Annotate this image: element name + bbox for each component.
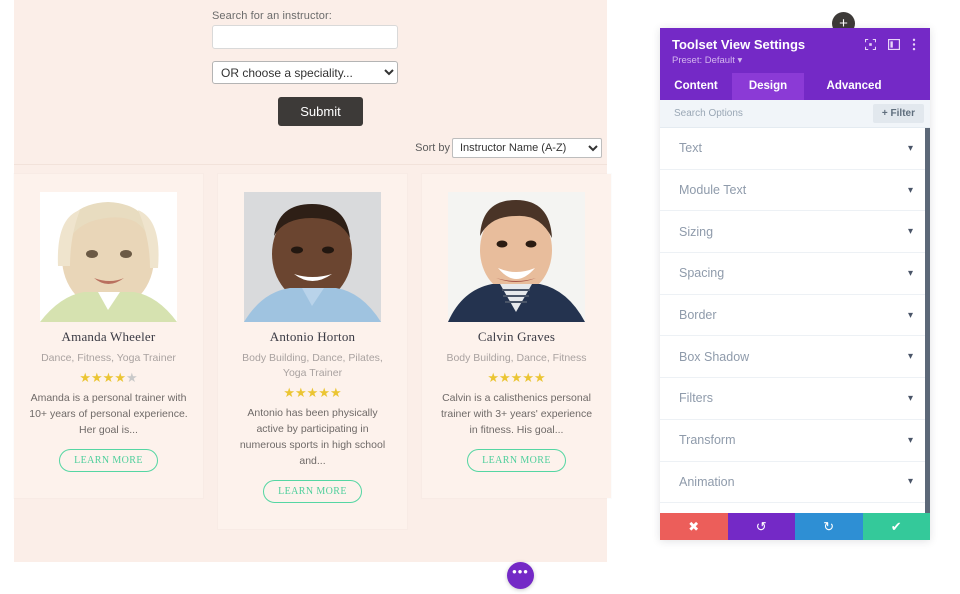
redo-button[interactable]: ↻ xyxy=(795,513,863,540)
save-button[interactable]: ✔ xyxy=(862,513,930,540)
chevron-down-icon: ▾ xyxy=(907,142,913,154)
screenshot-root: Search for an instructor: OR choose a sp… xyxy=(0,0,960,594)
submit-button[interactable]: Submit xyxy=(278,97,363,126)
option-label: Text xyxy=(679,141,702,156)
instructor-card[interactable]: Amanda Wheeler Dance, Fitness, Yoga Trai… xyxy=(14,174,203,498)
instructor-bio: Calvin is a calisthenics personal traine… xyxy=(440,392,593,436)
undo-button[interactable]: ↺ xyxy=(727,513,795,540)
chevron-down-icon: ▾ xyxy=(907,226,913,238)
instructor-photo xyxy=(244,192,381,322)
sort-by-select[interactable]: Instructor Name (A-Z) xyxy=(452,138,602,158)
instructor-bio: Antonio has been physically active by pa… xyxy=(239,407,386,467)
rating-stars: ★★★★★ xyxy=(79,370,138,386)
option-label: Transform xyxy=(679,433,736,448)
sort-by-group: Sort by Instructor Name (A-Z) xyxy=(415,138,602,158)
chevron-down-icon: ▾ xyxy=(907,351,913,363)
instructor-specialities: Body Building, Dance, Fitness xyxy=(446,352,587,364)
check-icon: ✔ xyxy=(890,518,902,534)
panel-title: Toolset View Settings xyxy=(672,37,806,52)
instructor-name: Calvin Graves xyxy=(477,329,556,344)
sort-by-label: Sort by xyxy=(415,142,450,154)
instructor-bio: Amanda is a personal trainer with 10+ ye… xyxy=(29,392,188,436)
panel-scrollbar[interactable] xyxy=(925,128,930,513)
more-vertical-icon[interactable] xyxy=(912,38,916,51)
option-label: Filters xyxy=(679,391,714,406)
instructor-name: Amanda Wheeler xyxy=(61,329,156,344)
chevron-down-icon: ▾ xyxy=(907,392,913,404)
option-row-border[interactable]: Border ▾ xyxy=(660,295,930,337)
redo-icon: ↻ xyxy=(823,518,835,534)
instructor-search-input[interactable] xyxy=(212,25,398,49)
focus-target-icon[interactable] xyxy=(865,39,876,50)
chevron-down-icon: ▾ xyxy=(907,267,913,279)
chevron-down-icon: ▾ xyxy=(907,184,913,196)
panel-layout-icon[interactable] xyxy=(888,39,900,50)
filter-button[interactable]: + Filter xyxy=(872,104,924,123)
instructor-card[interactable]: Antonio Horton Body Building, Dance, Pil… xyxy=(218,174,407,529)
chevron-down-icon: ▾ xyxy=(907,434,913,446)
page-settings-fab[interactable]: ••• xyxy=(507,562,534,589)
rating-stars: ★★★★★ xyxy=(283,385,342,401)
learn-more-button[interactable]: LEARN MORE xyxy=(263,480,362,504)
instructor-specialities: Body Building, Dance, Pilates, Yoga Trai… xyxy=(242,352,383,380)
option-label: Animation xyxy=(679,474,735,489)
tab-content[interactable]: Content xyxy=(660,73,732,100)
chevron-down-icon: ▾ xyxy=(907,476,913,488)
option-row-animation[interactable]: Animation ▾ xyxy=(660,462,930,504)
panel-preset-selector[interactable]: Preset: Default ▾ xyxy=(672,55,918,66)
instructor-search-section: Search for an instructor: OR choose a sp… xyxy=(14,0,607,165)
search-label: Search for an instructor: xyxy=(212,10,332,22)
learn-more-button[interactable]: LEARN MORE xyxy=(59,449,158,473)
panel-action-bar: ✖ ↺ ↻ ✔ xyxy=(660,513,930,540)
close-icon: ✖ xyxy=(688,518,700,534)
panel-header: Toolset View Settings Preset: Default ▾ xyxy=(660,28,930,73)
cancel-button[interactable]: ✖ xyxy=(660,513,728,540)
instructor-name: Antonio Horton xyxy=(269,329,356,344)
search-options-input[interactable]: Search Options xyxy=(674,108,743,119)
panel-tabs: Content Design Advanced xyxy=(660,73,930,100)
option-row-transform[interactable]: Transform ▾ xyxy=(660,420,930,462)
learn-more-button[interactable]: LEARN MORE xyxy=(467,449,566,473)
rating-stars: ★★★★★ xyxy=(487,370,546,386)
option-row-module-text[interactable]: Module Text ▾ xyxy=(660,170,930,212)
chevron-down-icon: ▾ xyxy=(907,309,913,321)
page-preview: Search for an instructor: OR choose a sp… xyxy=(14,0,611,562)
option-row-text[interactable]: Text ▾ xyxy=(660,128,930,170)
design-options-list: Text ▾ Module Text ▾ Sizing ▾ Spacing ▾ … xyxy=(660,128,930,513)
instructor-photo xyxy=(40,192,177,322)
instructor-cards-row: Amanda Wheeler Dance, Fitness, Yoga Trai… xyxy=(14,165,611,562)
tab-advanced[interactable]: Advanced xyxy=(804,73,904,100)
option-row-filters[interactable]: Filters ▾ xyxy=(660,378,930,420)
option-label: Border xyxy=(679,308,717,323)
option-row-box-shadow[interactable]: Box Shadow ▾ xyxy=(660,336,930,379)
instructor-photo xyxy=(448,192,585,322)
option-label: Spacing xyxy=(679,266,725,281)
search-options-bar: Search Options + Filter xyxy=(660,100,930,128)
undo-icon: ↺ xyxy=(755,518,767,534)
option-label: Sizing xyxy=(679,224,714,239)
speciality-select[interactable]: OR choose a speciality... xyxy=(212,61,398,84)
option-row-spacing[interactable]: Spacing ▾ xyxy=(660,253,930,295)
option-label: Box Shadow xyxy=(679,349,750,364)
instructor-specialities: Dance, Fitness, Yoga Trainer xyxy=(41,352,176,364)
option-row-sizing[interactable]: Sizing ▾ xyxy=(660,211,930,254)
instructor-card[interactable]: Calvin Graves Body Building, Dance, Fitn… xyxy=(422,174,611,498)
tab-design[interactable]: Design xyxy=(732,73,804,100)
option-label: Module Text xyxy=(679,183,747,198)
toolset-view-settings-panel: Toolset View Settings Preset: Default ▾ … xyxy=(660,28,930,540)
more-horizontal-icon: ••• xyxy=(512,564,529,579)
